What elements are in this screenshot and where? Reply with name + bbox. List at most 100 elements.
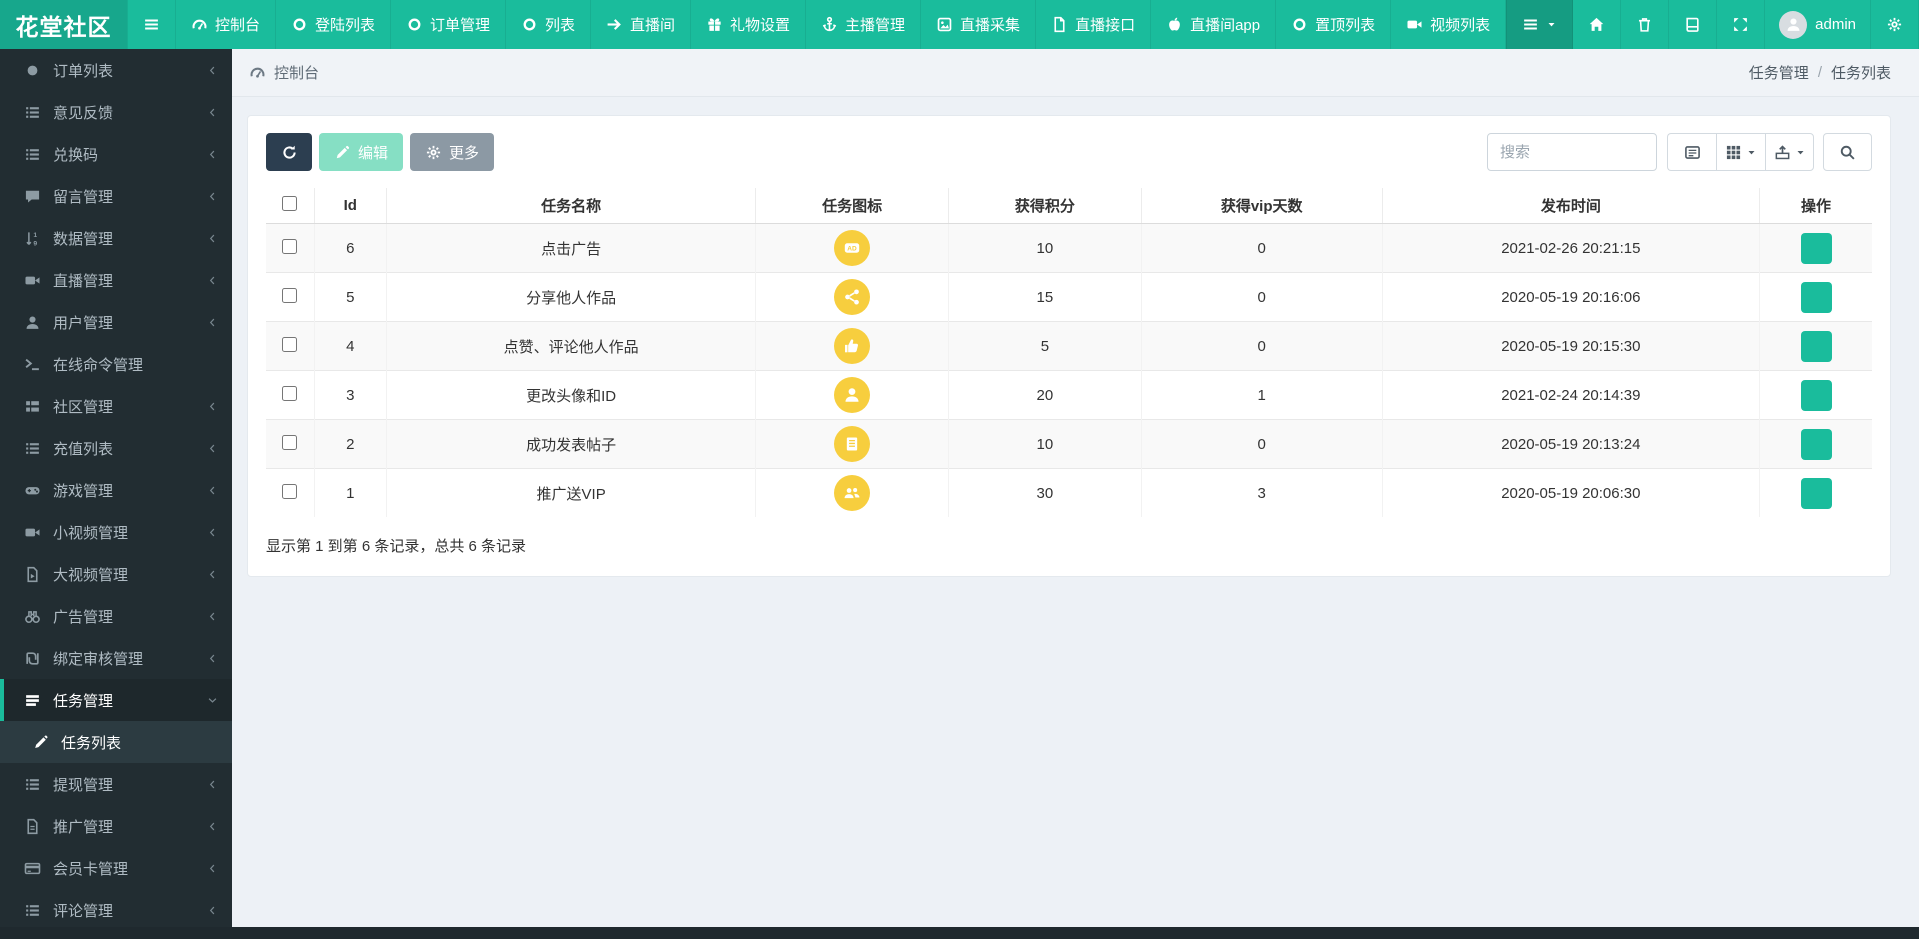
- breadcrumb-dashboard[interactable]: 控制台: [274, 62, 319, 83]
- toolbar-search-area: [1487, 133, 1872, 171]
- task-name: 更改头像和ID: [385, 370, 756, 420]
- row-edit-button[interactable]: [1800, 232, 1832, 264]
- row-checkbox[interactable]: [282, 336, 298, 352]
- sidebar-item-在线命令管理[interactable]: 在线命令管理: [0, 343, 232, 385]
- top-icon-fullscreen[interactable]: [1717, 0, 1766, 49]
- select-all-checkbox[interactable]: [282, 196, 298, 211]
- row-checkbox[interactable]: [282, 385, 298, 401]
- task-icon-ad: AD: [834, 230, 871, 266]
- sidebar-item-直播管理[interactable]: 直播管理: [0, 259, 232, 301]
- row-edit-button[interactable]: [1800, 281, 1832, 313]
- search-input[interactable]: [1487, 133, 1657, 171]
- export-icon: [1774, 144, 1791, 161]
- menu-item-label: 主播管理: [845, 17, 906, 34]
- sidebar-item-订单列表[interactable]: 订单列表: [0, 49, 232, 91]
- sidebar-item-广告管理[interactable]: 广告管理: [0, 595, 232, 637]
- row-checkbox[interactable]: [282, 287, 298, 303]
- top-icon-trash[interactable]: [1621, 0, 1670, 49]
- sidebar-item-游戏管理[interactable]: 游戏管理: [0, 469, 232, 511]
- username: admin: [1815, 16, 1856, 33]
- top-icon-settings[interactable]: [1871, 0, 1919, 49]
- top-menu-item-直播采集[interactable]: 直播采集: [921, 0, 1037, 49]
- top-icon-book[interactable]: [1669, 0, 1718, 49]
- top-icon-menu-dropdown[interactable]: [1506, 0, 1574, 49]
- breadcrumb-separator: /: [1817, 64, 1822, 81]
- search-button[interactable]: [1823, 133, 1872, 171]
- more-button[interactable]: 更多: [410, 133, 495, 171]
- task-name: 点击广告: [385, 223, 756, 273]
- row-edit-button[interactable]: [1800, 428, 1832, 460]
- toggle-view-button[interactable]: [1667, 133, 1716, 171]
- user-menu[interactable]: admin: [1765, 0, 1871, 49]
- sidebar-item-推广管理[interactable]: 推广管理: [0, 805, 232, 847]
- task-publish-time: 2020-05-19 20:13:24: [1381, 419, 1760, 469]
- sidebar-item-label: 直播管理: [53, 272, 114, 290]
- menu-item-label: 视频列表: [1430, 17, 1491, 34]
- top-menu-item-hamburger[interactable]: [126, 0, 176, 49]
- row-checkbox[interactable]: [282, 238, 298, 254]
- search-icon: [1839, 144, 1856, 161]
- top-menu-item-视频列表[interactable]: 视频列表: [1391, 0, 1507, 49]
- top-menu-item-直播接口[interactable]: 直播接口: [1036, 0, 1152, 49]
- breadcrumb: 控制台: [249, 62, 319, 83]
- top-menu-item-控制台[interactable]: 控制台: [176, 0, 276, 49]
- top-menu-item-置顶列表[interactable]: 置顶列表: [1276, 0, 1392, 49]
- top-menu-item-主播管理[interactable]: 主播管理: [806, 0, 922, 49]
- top-menu-item-礼物设置[interactable]: 礼物设置: [691, 0, 807, 49]
- edit-button[interactable]: 编辑: [319, 133, 404, 171]
- brand-logo[interactable]: 花堂社区: [0, 0, 127, 49]
- sidebar-item-社区管理[interactable]: 社区管理: [0, 385, 232, 427]
- sidebar-item-icon: [23, 146, 42, 163]
- row-edit-button[interactable]: [1800, 379, 1832, 411]
- top-menu-item-列表[interactable]: 列表: [506, 0, 591, 49]
- task-icon-thumbs-up: [834, 328, 871, 364]
- menu-item-icon: [406, 16, 423, 33]
- sidebar-item-icon: [23, 650, 42, 667]
- sidebar-item-icon: [23, 692, 42, 709]
- main-area: 控制台 任务管理 / 任务列表 编辑 更多 搜索 Id 任务名称 任务图标 获得…: [232, 49, 1919, 927]
- sidebar-item-提现管理[interactable]: 提现管理: [0, 763, 232, 805]
- sidebar-item-icon: 19: [23, 230, 42, 247]
- columns-button[interactable]: [1716, 133, 1765, 171]
- row-checkbox[interactable]: [282, 483, 298, 499]
- chevron-icon: [207, 233, 218, 244]
- row-checkbox[interactable]: [282, 434, 298, 450]
- menu-item-icon: [1522, 16, 1539, 33]
- sidebar-item-icon: [23, 62, 42, 79]
- sidebar-item-用户管理[interactable]: 用户管理: [0, 301, 232, 343]
- sidebar-item-会员卡管理[interactable]: 会员卡管理: [0, 847, 232, 889]
- menu-item-icon: [1684, 16, 1701, 33]
- refresh-icon: [281, 144, 298, 161]
- export-button[interactable]: [1765, 133, 1814, 171]
- refresh-button[interactable]: [266, 133, 312, 171]
- sidebar-item-icon: [23, 902, 42, 919]
- top-menu-item-登陆列表[interactable]: 登陆列表: [276, 0, 391, 49]
- menu-item-icon: [291, 16, 308, 33]
- sidebar-item-评论管理[interactable]: 评论管理: [0, 889, 232, 931]
- sidebar-item-充值列表[interactable]: 充值列表: [0, 427, 232, 469]
- sidebar-item-意见反馈[interactable]: 意见反馈: [0, 91, 232, 133]
- top-icon-home[interactable]: [1573, 0, 1622, 49]
- sidebar-item-任务管理[interactable]: 任务管理: [0, 679, 232, 721]
- task-points: 20: [948, 370, 1142, 420]
- sidebar-item-icon: [23, 272, 42, 289]
- sidebar-item-大视频管理[interactable]: 大视频管理: [0, 553, 232, 595]
- sidebar-item-label: 留言管理: [53, 188, 114, 206]
- caret-down-icon: [1795, 147, 1806, 158]
- task-points: 10: [948, 223, 1142, 273]
- sidebar-item-数据管理[interactable]: 19 数据管理: [0, 217, 232, 259]
- top-menu-item-直播间[interactable]: 直播间: [591, 0, 692, 49]
- more-button-label: 更多: [449, 144, 480, 162]
- top-menu-item-订单管理[interactable]: 订单管理: [391, 0, 506, 49]
- row-edit-button[interactable]: [1800, 330, 1832, 362]
- sidebar-item-任务列表[interactable]: 任务列表: [0, 721, 232, 763]
- sidebar-item-留言管理[interactable]: 留言管理: [0, 175, 232, 217]
- row-edit-button[interactable]: [1800, 477, 1832, 509]
- sidebar-item-兑换码[interactable]: 兑换码: [0, 133, 232, 175]
- top-navbar: 花堂社区 控制台 登陆列表 订单管理 列表 直播间 礼物设置 主播管理 直播采集…: [0, 0, 1919, 49]
- top-menu-item-直播间app[interactable]: 直播间app: [1151, 0, 1277, 49]
- task-publish-time: 2020-05-19 20:06:30: [1381, 468, 1760, 517]
- sidebar-item-小视频管理[interactable]: 小视频管理: [0, 511, 232, 553]
- breadcrumb-parent[interactable]: 任务管理: [1749, 62, 1809, 83]
- sidebar-item-绑定审核管理[interactable]: 绑定审核管理: [0, 637, 232, 679]
